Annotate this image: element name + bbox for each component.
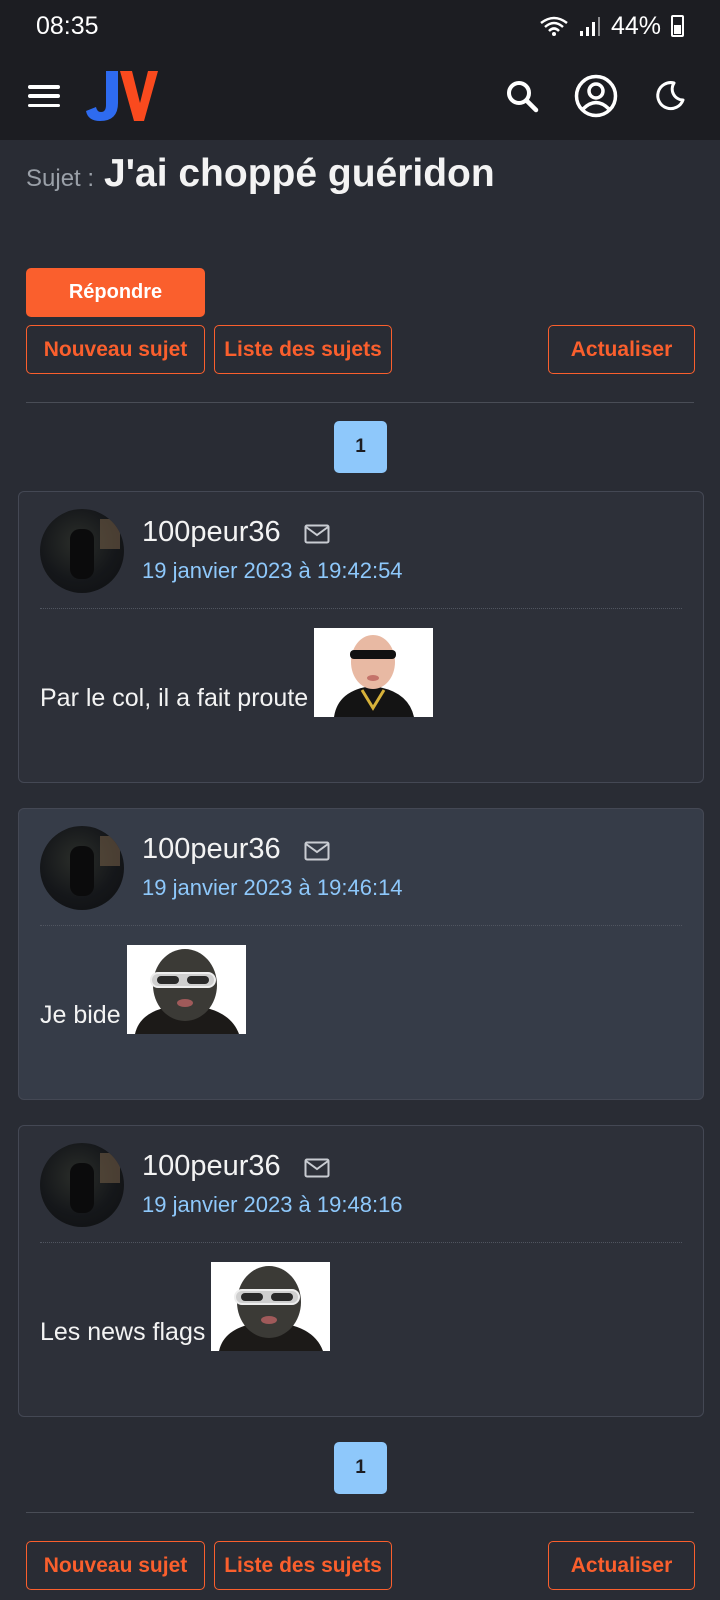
- post-text: Par le col, il a fait proute: [40, 684, 309, 712]
- page-title: J'ai choppé guéridon: [104, 152, 495, 195]
- app-header: [0, 52, 720, 140]
- mail-icon[interactable]: [304, 1158, 330, 1178]
- post-divider: [40, 608, 682, 609]
- mail-icon[interactable]: [304, 524, 330, 544]
- menu-button[interactable]: [28, 85, 60, 107]
- sticker-goggles-icon: [126, 945, 246, 1034]
- signal-icon: [579, 17, 600, 36]
- post: 100peur36 19 janvier 2023 à 19:46:14 Je …: [18, 808, 704, 1100]
- menu-bar: [28, 94, 60, 98]
- topic-heading: Sujet : J'ai choppé guéridon: [26, 152, 495, 196]
- wifi-icon: [540, 16, 568, 36]
- sticker-image[interactable]: [314, 628, 434, 717]
- post-date[interactable]: 19 janvier 2023 à 19:48:16: [142, 1192, 403, 1218]
- post: 100peur36 19 janvier 2023 à 19:42:54 Par…: [18, 491, 704, 783]
- post-author[interactable]: 100peur36: [142, 516, 281, 549]
- topic-list-button[interactable]: Liste des sujets: [214, 325, 392, 374]
- new-topic-button[interactable]: Nouveau sujet: [26, 325, 205, 374]
- mail-icon[interactable]: [304, 841, 330, 861]
- post-message: Les news flags: [40, 1262, 331, 1351]
- post-author[interactable]: 100peur36: [142, 1150, 281, 1183]
- sticker-image[interactable]: [211, 1262, 331, 1351]
- post-divider: [40, 925, 682, 926]
- post-divider: [40, 1242, 682, 1243]
- refresh-button[interactable]: Actualiser: [548, 1541, 695, 1590]
- dark-mode-toggle[interactable]: [648, 74, 692, 118]
- jv-logo[interactable]: [84, 67, 158, 125]
- sticker-goggles-icon: [211, 1262, 331, 1351]
- search-button[interactable]: [500, 74, 544, 118]
- pagination-page-1[interactable]: 1: [334, 421, 387, 473]
- menu-bar: [28, 103, 60, 107]
- battery-percent: 44%: [610, 11, 661, 40]
- post-author[interactable]: 100peur36: [142, 833, 281, 866]
- post-text: Les news flags: [40, 1318, 206, 1346]
- post-date[interactable]: 19 janvier 2023 à 19:46:14: [142, 875, 403, 901]
- new-topic-button[interactable]: Nouveau sujet: [26, 1541, 205, 1590]
- header-actions: [500, 74, 692, 118]
- menu-bar: [28, 85, 60, 89]
- divider: [26, 1512, 694, 1513]
- reply-button[interactable]: Répondre: [26, 268, 205, 317]
- moon-icon: [656, 81, 685, 111]
- user-icon: [574, 74, 618, 118]
- post-message: Par le col, il a fait proute: [40, 628, 434, 717]
- post-date[interactable]: 19 janvier 2023 à 19:42:54: [142, 558, 403, 584]
- post: 100peur36 19 janvier 2023 à 19:48:16 Les…: [18, 1125, 704, 1417]
- sticker-image[interactable]: [126, 945, 246, 1034]
- status-time: 08:35: [36, 11, 99, 40]
- avatar[interactable]: [40, 826, 124, 910]
- account-button[interactable]: [574, 74, 618, 118]
- divider: [26, 402, 694, 403]
- post-message: Je bide: [40, 945, 246, 1034]
- post-text: Je bide: [40, 1001, 121, 1029]
- sticker-bald-sunglasses-icon: [314, 628, 434, 717]
- topic-label: Sujet :: [26, 165, 95, 192]
- jv-logo-icon: [86, 71, 158, 121]
- status-icons: 44%: [539, 12, 684, 41]
- avatar[interactable]: [40, 1143, 124, 1227]
- topic-list-button[interactable]: Liste des sujets: [214, 1541, 392, 1590]
- avatar[interactable]: [40, 509, 124, 593]
- search-icon: [507, 81, 539, 113]
- refresh-button[interactable]: Actualiser: [548, 325, 695, 374]
- pagination-page-1[interactable]: 1: [334, 1442, 387, 1494]
- status-bar: 08:35 44%: [0, 0, 720, 52]
- battery-icon: [671, 15, 684, 37]
